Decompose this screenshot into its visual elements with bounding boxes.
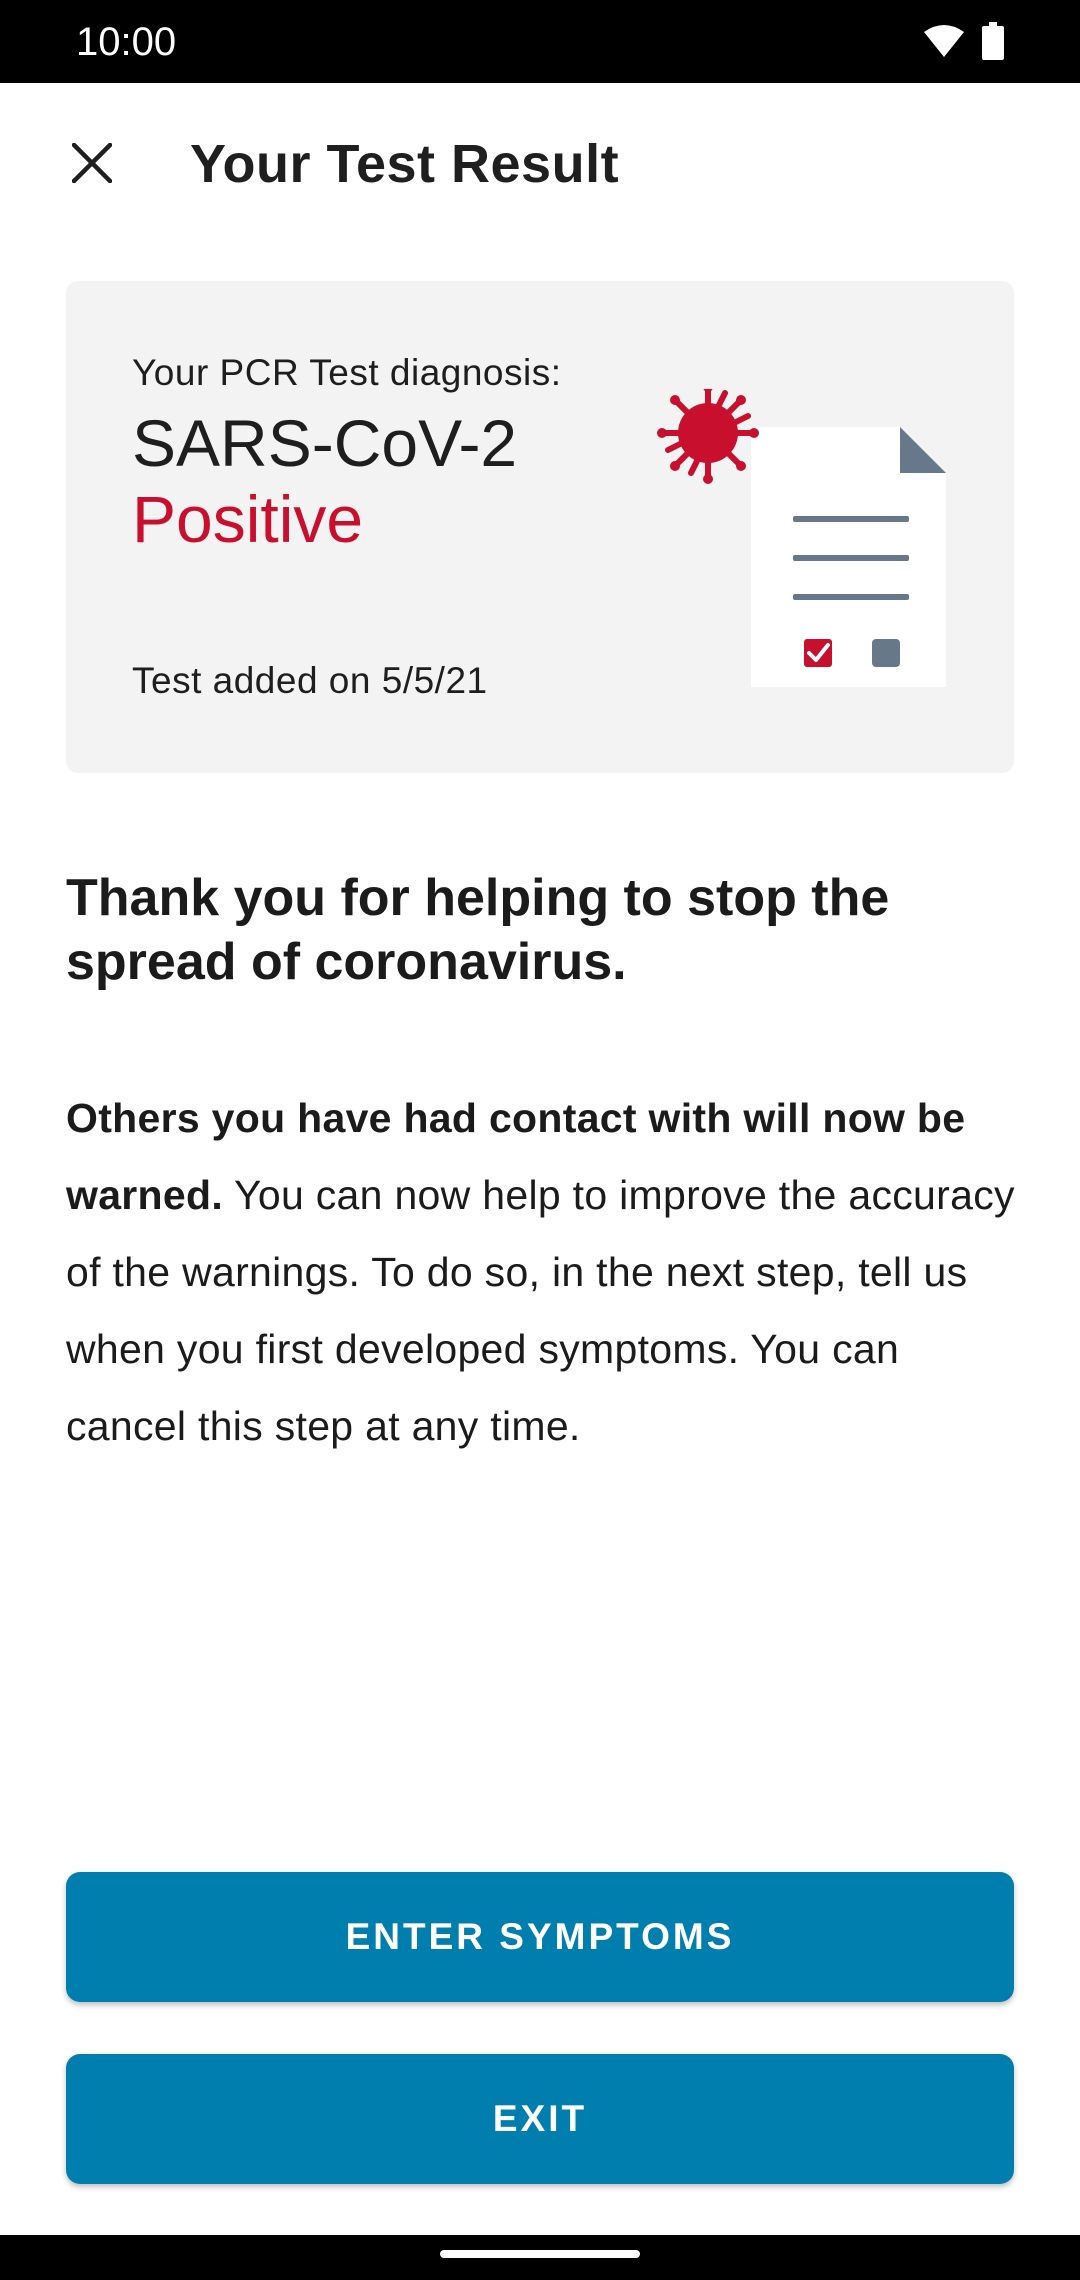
enter-symptoms-button[interactable]: ENTER SYMPTOMS (66, 1872, 1014, 2002)
close-button[interactable] (52, 125, 132, 205)
page-title: Your Test Result (190, 134, 620, 194)
diagnosis-name: SARS-CoV-2 (132, 406, 518, 480)
diagnosis-result: Positive (132, 482, 364, 556)
close-icon (70, 141, 114, 188)
status-time: 10:00 (76, 20, 177, 64)
app-bar: Your Test Result (0, 83, 1080, 243)
diagnosis-label: Your PCR Test diagnosis: (132, 352, 562, 393)
battery-icon (982, 22, 1004, 65)
status-icons (924, 22, 1004, 65)
test-added-date: Test added on 5/5/21 (132, 660, 488, 701)
thank-you-heading: Thank you for helping to stop the spread… (66, 869, 890, 991)
navigation-bar (0, 2235, 1080, 2280)
info-paragraph: Others you have had contact with will no… (66, 1080, 1016, 1465)
test-result-card: Your PCR Test diagnosis: SARS-CoV-2 Posi… (66, 281, 1014, 773)
home-handle[interactable] (440, 2250, 640, 2258)
exit-button[interactable]: EXIT (66, 2054, 1014, 2184)
virus-document-icon (656, 382, 956, 719)
wifi-icon (924, 24, 964, 63)
status-bar: 10:00 (0, 0, 1080, 83)
